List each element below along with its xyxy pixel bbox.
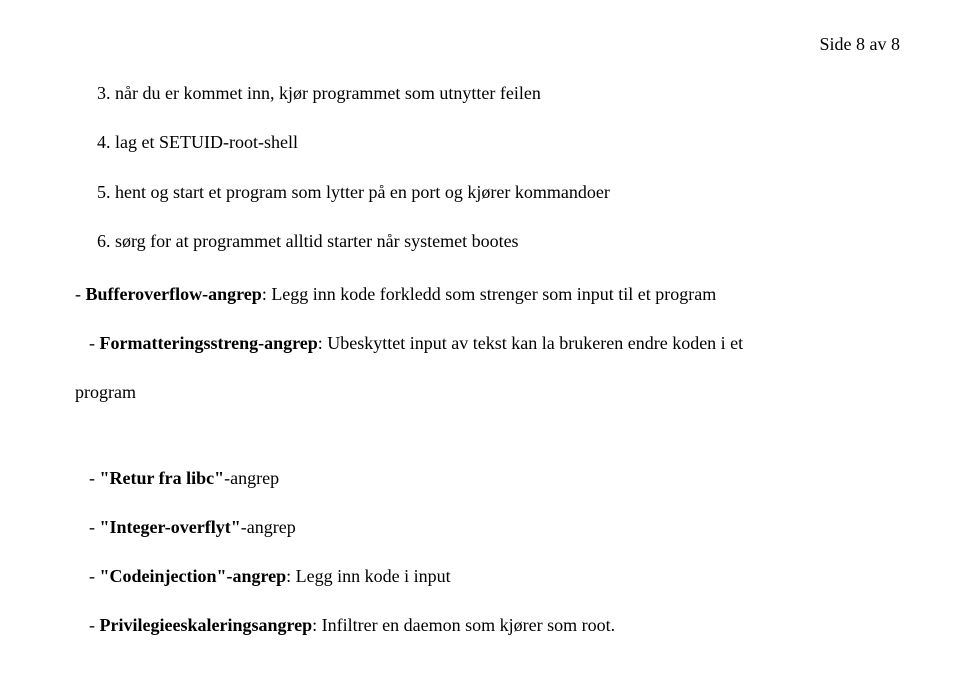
list-item-5: 5. hent og start et program som lytter p… (97, 180, 900, 205)
attack-return-libc: - "Retur fra libc"-angrep (89, 466, 900, 491)
bullet-prefix: - (89, 468, 100, 488)
attack-name: Bufferoverflow-angrep (86, 284, 262, 304)
bullet-prefix: - (89, 566, 100, 586)
list-item-4: 4. lag et SETUID-root-shell (97, 130, 900, 155)
attack-priv-escalation: - Privilegieeskaleringsangrep: Infiltrer… (89, 613, 900, 638)
attack-suffix: -angrep (224, 468, 279, 488)
bullet-prefix: - (75, 284, 86, 304)
list-item-3: 3. når du er kommet inn, kjør programmet… (97, 81, 900, 106)
attack-desc: : Legg inn kode forkledd som strenger so… (262, 284, 716, 304)
attack-name: Formatteringsstreng-angrep (100, 333, 318, 353)
bullet-prefix: - (89, 333, 100, 353)
attack-suffix-bold: -angrep (226, 566, 286, 586)
attack-codeinjection: - "Codeinjection"-angrep: Legg inn kode … (89, 564, 900, 589)
attack-desc: : Infiltrer en daemon som kjører som roo… (312, 615, 615, 635)
attack-name: Privilegieeskaleringsangrep (100, 615, 313, 635)
attack-name: "Retur fra libc" (100, 468, 225, 488)
attack-suffix: -angrep (241, 517, 296, 537)
attack-formatstring: - Formatteringsstreng-angrep: Ubeskyttet… (89, 331, 900, 356)
attack-desc: : Legg inn kode i input (286, 566, 450, 586)
attack-desc: : Ubeskyttet input av tekst kan la bruke… (318, 333, 743, 353)
attack-integer-overflow: - "Integer-overflyt"-angrep (89, 515, 900, 540)
attack-bufferoverflow: - Bufferoverflow-angrep: Legg inn kode f… (75, 282, 900, 307)
list-item-6: 6. sørg for at programmet alltid starter… (97, 229, 900, 254)
numbered-list: 3. når du er kommet inn, kjør programmet… (97, 81, 900, 254)
bullet-prefix: - (89, 517, 100, 537)
attack-name: "Codeinjection" (100, 566, 227, 586)
attack-name: "Integer-overflyt" (100, 517, 241, 537)
page-number: Side 8 av 8 (75, 32, 900, 57)
attack-formatstring-trailing: program (75, 380, 900, 405)
bullet-prefix: - (89, 615, 100, 635)
